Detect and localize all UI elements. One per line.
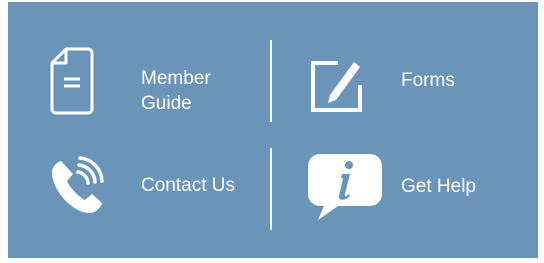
contact-us-label: Contact Us — [141, 175, 235, 196]
contact-us-link[interactable]: Contact Us — [48, 156, 258, 216]
phone-icon — [51, 156, 104, 213]
edit-icon — [311, 61, 362, 112]
quick-links-panel: Member Guide Forms Contact Us Get Help — [8, 2, 538, 258]
info-bubble-icon — [308, 154, 382, 220]
member-guide-link[interactable]: Member Guide — [48, 46, 258, 122]
divider-bottom — [270, 148, 272, 230]
divider-top — [270, 40, 272, 122]
forms-link[interactable]: Forms — [308, 54, 508, 114]
get-help-link[interactable]: Get Help — [308, 152, 508, 222]
forms-label: Forms — [401, 70, 455, 91]
document-icon — [50, 47, 94, 115]
member-guide-label: Member Guide — [141, 68, 211, 114]
get-help-label: Get Help — [401, 176, 476, 197]
